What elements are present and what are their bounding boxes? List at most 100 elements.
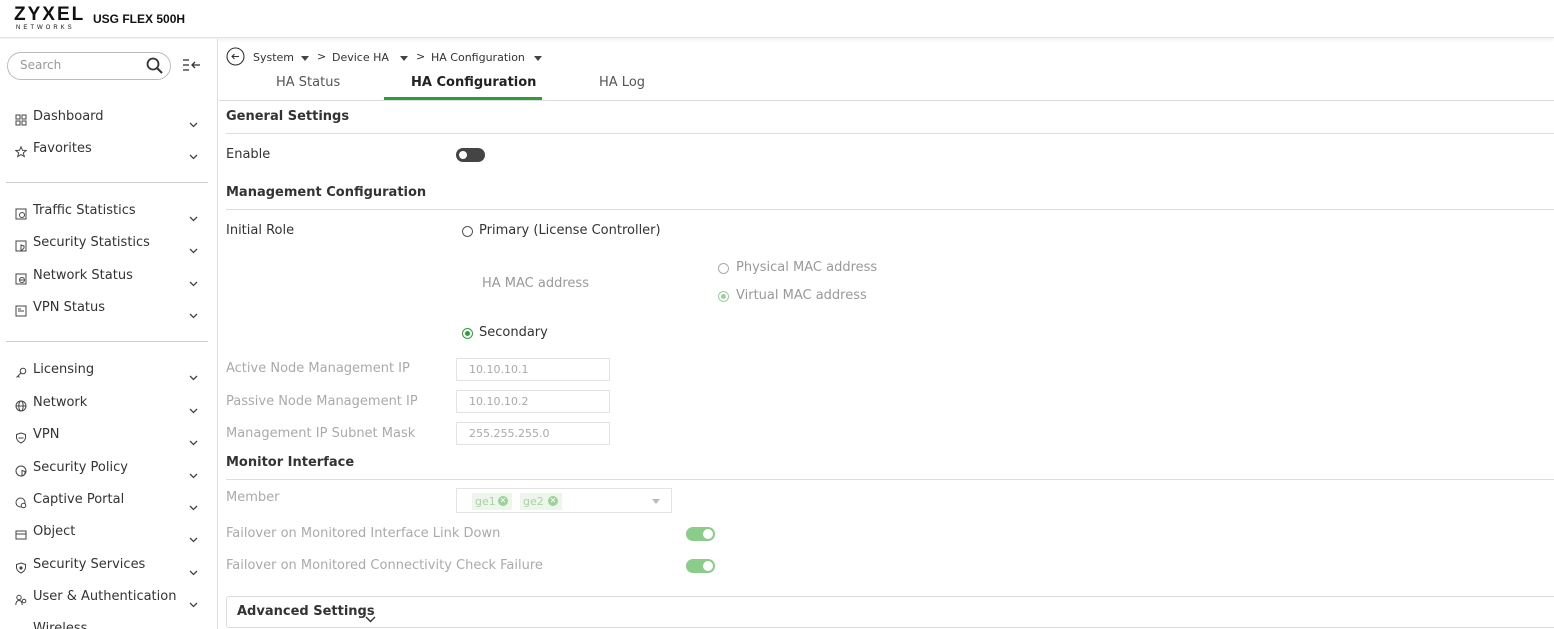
breadcrumb-separator: > [416,50,426,63]
main-content: System > Device HA > HA Configuration HA… [219,39,1554,629]
key-icon [15,364,27,383]
virtual-mac-label[interactable]: Virtual MAC address [736,288,867,303]
chevron-down-icon [189,561,198,580]
active-node-ip-field[interactable] [456,358,610,381]
section-title-management-configuration: Management Configuration [226,185,427,200]
role-primary-radio[interactable] [462,226,473,237]
member-select[interactable]: ge1 ✕ ge2 ✕ [456,488,672,513]
section-title-monitor-interface: Monitor Interface [226,455,355,470]
tab-ha-configuration[interactable]: HA Configuration [411,75,536,90]
chevron-down-icon [189,496,198,515]
chevron-down-icon [189,431,198,450]
member-label: Member [226,490,280,505]
breadcrumb-ha-configuration[interactable]: HA Configuration [431,51,525,64]
chevron-down-icon [189,464,198,483]
member-chip: ge2 ✕ [520,493,562,510]
role-secondary-radio[interactable] [462,328,473,339]
brand-name: ZYXEL [14,4,86,25]
zyxel-logo[interactable]: ZYXEL NETWORKS [14,4,86,32]
chevron-down-icon [189,272,198,291]
physical-mac-label[interactable]: Physical MAC address [736,260,877,275]
chevron-down-icon[interactable] [365,608,376,627]
subnet-mask-field[interactable] [456,422,610,445]
remove-chip-icon[interactable]: ✕ [498,496,508,506]
enable-toggle[interactable] [456,148,485,162]
tab-bar: HA Status HA Configuration HA Log [219,71,1554,101]
role-primary-label[interactable]: Primary (License Controller) [479,223,661,238]
chip-label: ge1 [475,495,496,508]
section-divider [226,479,1554,480]
sidebar-item-security-policy[interactable]: Security Policy [0,454,217,483]
shield-icon [15,429,27,448]
initial-role-label: Initial Role [226,223,295,238]
remove-chip-icon[interactable]: ✕ [548,496,558,506]
sidebar-divider [6,182,208,183]
advanced-settings-panel[interactable]: Advanced Settings [226,596,1554,628]
sidebar-item-captive-portal[interactable]: Captive Portal [0,486,217,515]
sidebar-item-user-authentication[interactable]: User & Authentication [0,583,217,611]
breadcrumb-system[interactable]: System [253,51,294,64]
caret-down-icon[interactable] [400,56,408,61]
sidebar-item-label: Network Status [33,268,133,283]
network-status-icon [15,270,27,289]
brand-subtitle: NETWORKS [16,25,75,31]
sidebar-divider [6,341,208,342]
role-secondary-label[interactable]: Secondary [479,325,548,340]
sidebar-item-traffic-statistics[interactable]: Traffic Statistics [0,197,217,225]
sidebar-item-licensing[interactable]: Licensing [0,356,217,385]
sidebar-item-wireless[interactable]: Wireless [0,615,217,629]
section-divider [226,133,1554,134]
sidebar-item-label: Security Services [33,557,146,572]
caret-down-icon[interactable] [534,56,542,61]
caret-down-icon[interactable] [301,56,309,61]
sidebar-item-security-services[interactable]: Security Services [0,551,217,580]
member-chip: ge1 ✕ [472,493,512,510]
security-policy-icon [15,462,27,481]
vpn-status-icon [15,302,27,321]
sidebar-item-label: Wireless [33,621,88,629]
passive-node-ip-input[interactable] [469,395,599,408]
chevron-down-icon [189,304,198,323]
dropdown-arrow-icon[interactable] [652,499,660,504]
tab-ha-log[interactable]: HA Log [599,75,645,90]
breadcrumb-device-ha[interactable]: Device HA [332,51,389,64]
sidebar-item-label: Dashboard [33,109,104,124]
collapse-menu-icon[interactable] [182,57,202,76]
virtual-mac-radio[interactable] [718,291,729,302]
sidebar-item-label: Licensing [33,362,95,377]
security-statistics-icon [15,237,27,256]
physical-mac-radio[interactable] [718,263,729,274]
failover-link-down-toggle[interactable] [686,527,715,541]
back-arrow-icon[interactable] [226,47,245,69]
traffic-statistics-icon [15,205,27,224]
subnet-mask-input[interactable] [469,427,599,440]
ha-mac-address-label: HA MAC address [482,276,589,291]
sidebar-item-vpn-status[interactable]: VPN Status [0,294,217,323]
failover-connectivity-toggle[interactable] [686,559,715,573]
sidebar-item-object[interactable]: Object [0,518,217,546]
active-node-ip-input[interactable] [469,363,599,376]
sidebar-item-dashboard[interactable]: Dashboard [0,103,217,132]
sidebar-item-security-statistics[interactable]: Security Statistics [0,229,217,257]
chevron-down-icon [189,145,198,164]
tab-ha-status[interactable]: HA Status [276,75,340,90]
sidebar-item-network[interactable]: Network [0,389,217,417]
sidebar-item-label: Object [33,524,76,539]
search-box[interactable] [7,52,171,80]
wireless-icon [15,623,27,629]
top-bar: ZYXEL NETWORKS USG FLEX 500H [0,0,1554,38]
sidebar-item-favorites[interactable]: Favorites [0,135,217,164]
chevron-down-icon [189,366,198,385]
dashboard-icon [15,111,27,130]
search-input[interactable] [20,58,140,72]
sidebar-item-network-status[interactable]: Network Status [0,262,217,291]
search-icon[interactable] [145,56,165,80]
passive-node-ip-label: Passive Node Management IP [226,394,418,409]
toggle-knob [703,529,713,539]
sidebar-item-label: Security Policy [33,460,128,475]
sidebar-item-vpn[interactable]: VPN [0,421,217,450]
passive-node-ip-field[interactable] [456,390,610,413]
chevron-down-icon [189,113,198,132]
star-icon [14,143,28,162]
sidebar-item-label: Favorites [33,141,92,156]
